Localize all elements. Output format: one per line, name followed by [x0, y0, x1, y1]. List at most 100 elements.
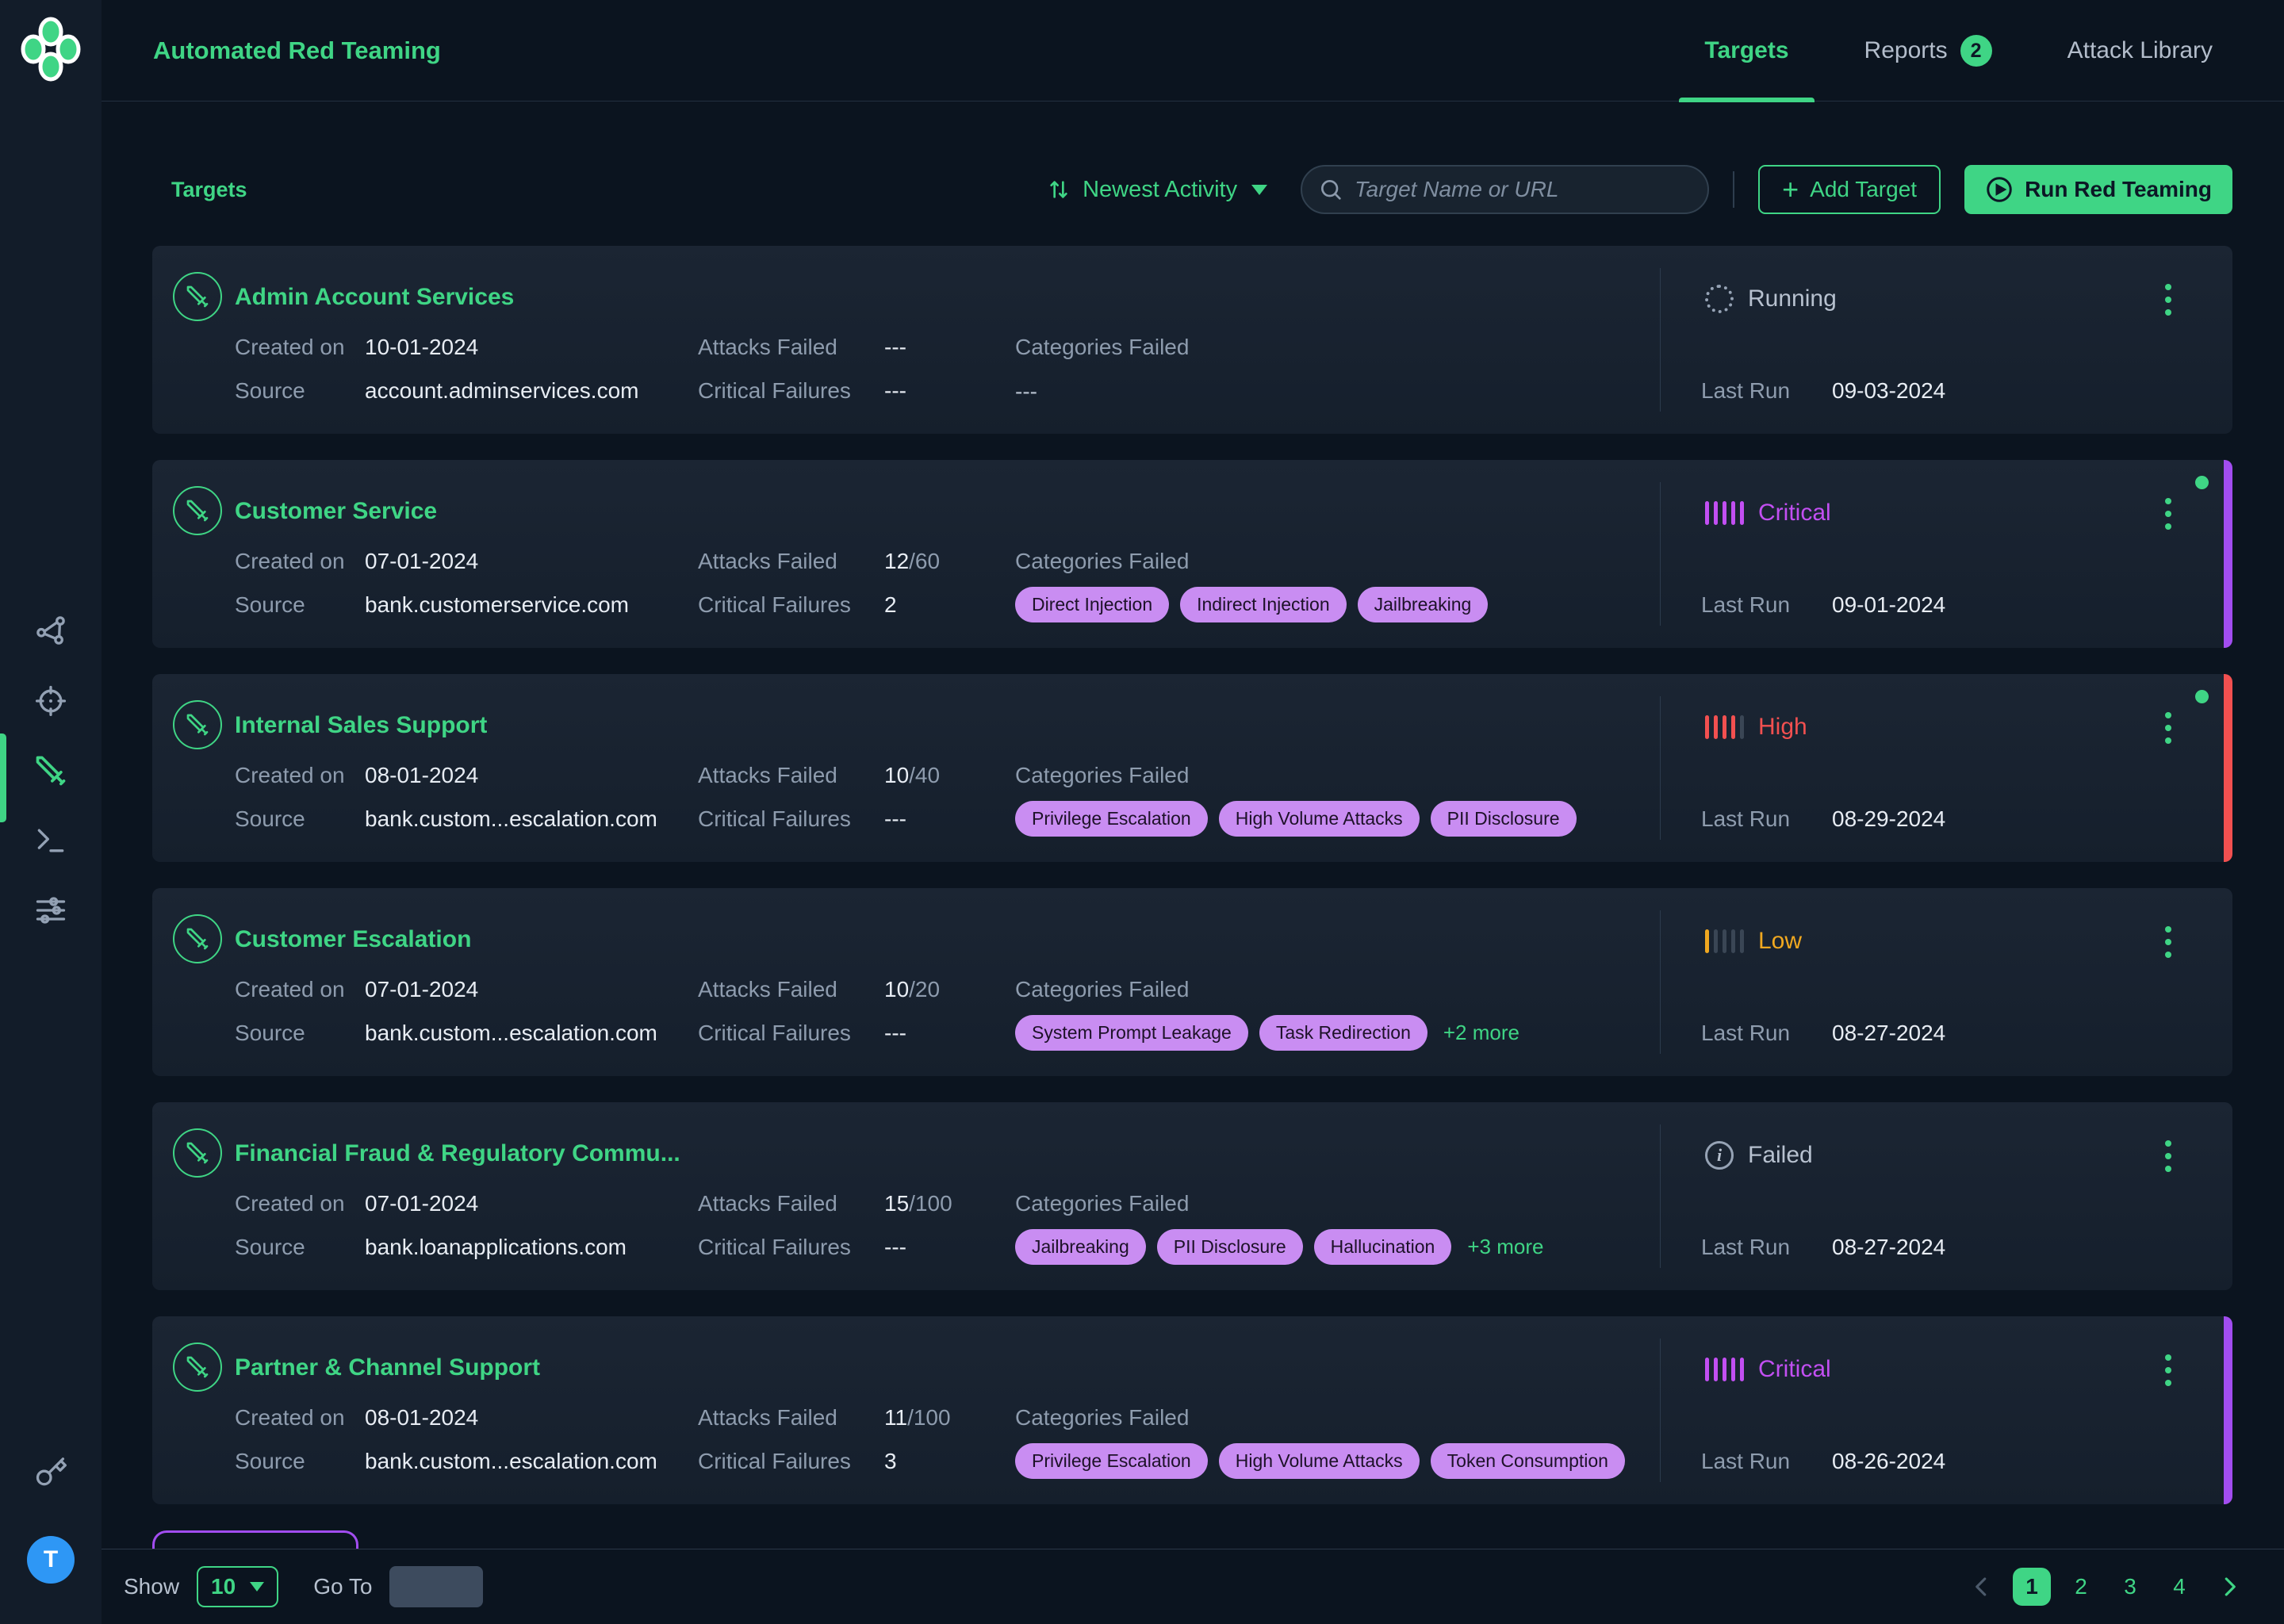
user-avatar[interactable]: T	[27, 1536, 75, 1584]
crosshair-target-icon[interactable]	[32, 682, 70, 720]
page-button-4[interactable]: 4	[2160, 1568, 2198, 1606]
created-on-value: 07-01-2024	[365, 549, 478, 574]
created-on-value: 10-01-2024	[365, 335, 478, 360]
target-name[interactable]: Customer Escalation	[235, 926, 471, 953]
sword-badge-icon	[173, 700, 222, 749]
card-divider	[1660, 482, 1661, 626]
kebab-menu-button[interactable]	[2157, 276, 2179, 324]
sliders-settings-icon[interactable]	[32, 891, 70, 929]
status-indicator: Critical	[1705, 1353, 1831, 1386]
target-name[interactable]: Customer Service	[235, 498, 437, 525]
critical-failures-label: Critical Failures	[698, 378, 851, 404]
severity-edge	[2224, 674, 2232, 862]
add-target-button[interactable]: + Add Target	[1758, 165, 1941, 214]
page-size-select[interactable]: 10	[197, 1566, 278, 1607]
reports-count-badge: 2	[1960, 35, 1992, 67]
critical-failures-value: ---	[884, 1021, 906, 1046]
critical-failures-label: Critical Failures	[698, 1449, 851, 1474]
sidebar: T	[0, 0, 102, 1624]
card-divider	[1660, 1124, 1661, 1268]
footer-bar: Show 10 Go To 1234	[102, 1549, 2284, 1624]
show-label: Show	[124, 1574, 179, 1599]
categories-list: ---	[1015, 373, 1037, 404]
created-on-label: Created on	[235, 763, 345, 788]
target-name[interactable]: Financial Fraud & Regulatory Commu...	[235, 1140, 680, 1167]
target-card[interactable]: Financial Fraud & Regulatory Commu... Cr…	[152, 1102, 2232, 1290]
target-name[interactable]: Partner & Channel Support	[235, 1354, 540, 1381]
tab-targets[interactable]: Targets	[1704, 0, 1788, 102]
chevron-right-icon	[2217, 1575, 2241, 1599]
category-pill: Task Redirection	[1259, 1015, 1428, 1051]
status-indicator: Critical	[1705, 496, 1831, 530]
critical-failures-value: ---	[884, 378, 906, 404]
tab-reports[interactable]: Reports 2	[1864, 0, 1992, 102]
next-page-button[interactable]	[2213, 1570, 2246, 1603]
attacks-failed-label: Attacks Failed	[698, 549, 837, 574]
category-pill: Token Consumption	[1431, 1443, 1625, 1479]
page-button-2[interactable]: 2	[2062, 1568, 2100, 1606]
search-input[interactable]	[1301, 165, 1709, 214]
kebab-menu-button[interactable]	[2157, 704, 2179, 752]
categories-failed-label: Categories Failed	[1015, 1191, 1189, 1216]
previous-page-button[interactable]	[1965, 1570, 1998, 1603]
created-on-label: Created on	[235, 977, 345, 1002]
categories-failed-label: Categories Failed	[1015, 549, 1189, 574]
categories-failed-label: Categories Failed	[1015, 1405, 1189, 1431]
kebab-menu-button[interactable]	[2157, 1346, 2179, 1394]
kebab-menu-button[interactable]	[2157, 1132, 2179, 1180]
page-button-3[interactable]: 3	[2111, 1568, 2149, 1606]
running-spinner-icon	[1705, 285, 1734, 313]
target-name[interactable]: Admin Account Services	[235, 284, 514, 311]
target-card[interactable]: Customer Escalation Created on 07-01-202…	[152, 888, 2232, 1076]
categories-list: System Prompt LeakageTask Redirection+2 …	[1015, 1015, 1519, 1051]
sort-dropdown[interactable]: Newest Activity	[1046, 177, 1267, 203]
kebab-menu-button[interactable]	[2157, 490, 2179, 538]
more-categories-link[interactable]: +2 more	[1443, 1021, 1519, 1045]
goto-label: Go To	[313, 1574, 372, 1599]
more-categories-link[interactable]: +3 more	[1467, 1235, 1543, 1259]
category-pill: Direct Injection	[1015, 587, 1169, 622]
run-red-teaming-button[interactable]: Run Red Teaming	[1964, 165, 2232, 214]
created-on-value: 08-01-2024	[365, 1405, 478, 1431]
search-icon	[1318, 177, 1343, 202]
critical-failures-label: Critical Failures	[698, 592, 851, 618]
categories-list: Privilege EscalationHigh Volume AttacksT…	[1015, 1443, 1625, 1479]
status-indicator: iFailed	[1705, 1139, 1813, 1172]
source-value: bank.loanapplications.com	[365, 1235, 627, 1260]
page-button-1[interactable]: 1	[2013, 1568, 2051, 1606]
category-pill: High Volume Attacks	[1219, 801, 1420, 837]
caret-down-icon	[250, 1582, 264, 1591]
last-run-value: 08-29-2024	[1832, 806, 1945, 832]
status-label: Failed	[1748, 1142, 1813, 1169]
severity-bars	[1705, 929, 1744, 953]
network-graph-icon[interactable]	[32, 611, 70, 649]
sort-arrows-icon	[1046, 177, 1071, 202]
category-pill: Hallucination	[1314, 1229, 1452, 1265]
source-value: bank.customerservice.com	[365, 592, 629, 618]
tab-attack-library[interactable]: Attack Library	[2067, 0, 2213, 102]
kebab-menu-button[interactable]	[2157, 918, 2179, 966]
key-icon[interactable]	[32, 1454, 70, 1492]
last-run-value: 08-27-2024	[1832, 1235, 1945, 1260]
attacks-failed-label: Attacks Failed	[698, 335, 837, 360]
sword-badge-icon	[173, 272, 222, 321]
target-card[interactable]: Customer Service Created on 07-01-2024 S…	[152, 460, 2232, 648]
target-name[interactable]: Internal Sales Support	[235, 712, 487, 739]
target-card[interactable]: Partner & Channel Support Created on 08-…	[152, 1316, 2232, 1504]
target-list: Admin Account Services Created on 10-01-…	[152, 246, 2232, 1504]
last-run-value: 08-26-2024	[1832, 1449, 1945, 1474]
status-label: Critical	[1758, 500, 1831, 527]
categories-empty: ---	[1015, 373, 1037, 404]
target-card[interactable]: Admin Account Services Created on 10-01-…	[152, 246, 2232, 434]
goto-page-input[interactable]	[389, 1566, 483, 1607]
app-root: T Automated Red Teaming Targets Reports …	[0, 0, 2284, 1624]
status-indicator: Low	[1705, 925, 1802, 958]
source-value: bank.custom...escalation.com	[365, 806, 657, 832]
category-pill: Jailbreaking	[1015, 1229, 1146, 1265]
terminal-icon[interactable]	[32, 822, 70, 860]
sidebar-item-red-teaming-sword-icon[interactable]	[32, 752, 70, 790]
created-on-value: 08-01-2024	[365, 763, 478, 788]
severity-bars	[1705, 715, 1744, 739]
target-card[interactable]: Internal Sales Support Created on 08-01-…	[152, 674, 2232, 862]
last-run-label: Last Run	[1701, 806, 1790, 832]
